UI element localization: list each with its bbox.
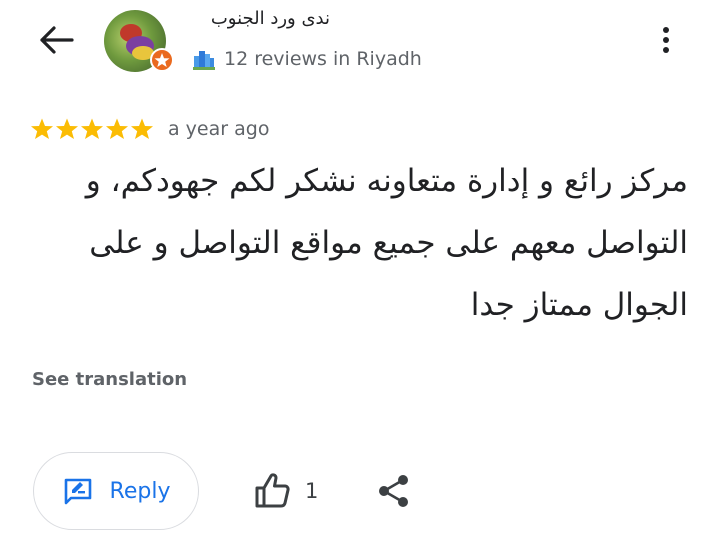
reply-label: Reply — [109, 478, 171, 504]
reply-button[interactable]: Reply — [33, 452, 199, 530]
local-guide-star-icon — [154, 53, 170, 67]
star-icon — [106, 118, 128, 139]
star-icon — [81, 118, 103, 139]
more-vert-icon — [663, 27, 669, 53]
local-guide-badge — [150, 48, 174, 72]
like-count: 1 — [305, 479, 319, 503]
edit-reply-icon — [64, 478, 91, 505]
more-options-button[interactable] — [654, 20, 678, 60]
star-icon — [56, 118, 78, 139]
review-text: مركز رائع و إدارة متعاونه نشكر لكم جهودك… — [85, 163, 688, 323]
arrow-left-icon — [40, 26, 74, 54]
see-translation-link[interactable]: See translation — [32, 369, 187, 390]
share-button[interactable] — [374, 470, 414, 512]
back-button[interactable] — [28, 20, 84, 60]
author-name[interactable]: ندى ورد الجنوب — [190, 8, 330, 29]
review-time: a year ago — [168, 118, 270, 140]
share-icon — [379, 475, 408, 507]
star-icon — [131, 118, 153, 139]
star-icon — [31, 118, 53, 139]
reviews-count: 12 reviews in Riyadh — [224, 48, 422, 70]
thumb-up-icon — [255, 473, 290, 508]
star-rating — [30, 116, 154, 142]
city-icon — [193, 48, 215, 70]
like-button[interactable] — [252, 468, 292, 512]
